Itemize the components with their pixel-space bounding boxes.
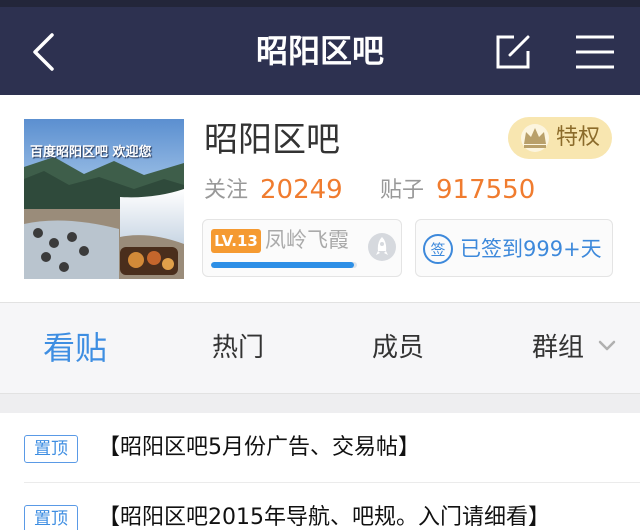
privilege-button[interactable]: 特权 xyxy=(508,117,612,159)
forum-tabs: 看贴 热门 成员 群组 xyxy=(0,303,640,393)
user-level-card[interactable]: LV.13 凤岭飞霞 xyxy=(202,219,402,277)
avatar-caption: 百度昭阳区吧 欢迎您 xyxy=(30,145,152,160)
user-level-name: 凤岭飞霞 xyxy=(265,228,349,252)
tab-hot[interactable]: 热门 xyxy=(212,303,264,393)
checkin-icon: 签 xyxy=(423,234,453,264)
compose-post-button[interactable] xyxy=(492,31,534,73)
page-title: 昭阳区吧 xyxy=(255,32,384,70)
back-arrow-icon xyxy=(33,33,54,71)
crown-icon xyxy=(521,124,549,152)
back-button[interactable] xyxy=(22,27,72,77)
chevron-down-icon[interactable] xyxy=(597,339,617,353)
pinned-thread[interactable]: 置顶 【昭阳区吧2015年导航、吧规。入门请细看】 xyxy=(0,483,640,530)
compose-icon xyxy=(496,35,530,69)
top-navigation-bar: 昭阳区吧 xyxy=(0,7,640,95)
posts-count: 917550 xyxy=(436,175,536,205)
pinned-tag: 置顶 xyxy=(24,435,78,463)
checkin-icon-glyph: 签 xyxy=(430,241,445,259)
tab-posts[interactable]: 看贴 xyxy=(43,303,107,393)
thread-title: 【昭阳区吧5月份广告、交易帖】 xyxy=(98,435,420,460)
tab-groups[interactable]: 群组 xyxy=(532,303,584,393)
pinned-thread[interactable]: 置顶 【昭阳区吧5月份广告、交易帖】 xyxy=(0,413,640,483)
pinned-tag: 置顶 xyxy=(24,505,78,530)
status-bar xyxy=(0,0,640,7)
thread-title: 【昭阳区吧2015年导航、吧规。入门请细看】 xyxy=(98,505,550,530)
followers-count: 20249 xyxy=(260,175,343,205)
tab-members[interactable]: 成员 xyxy=(372,303,424,393)
level-progress-bar xyxy=(211,262,357,268)
forum-header: 百度昭阳区吧 欢迎您 昭阳区吧 特权 关注 20249 贴子 917550 LV… xyxy=(0,95,640,302)
hamburger-menu-icon xyxy=(576,35,614,69)
checkin-status: 已签到999+天 xyxy=(460,237,602,261)
level-progress-fill xyxy=(211,262,355,268)
rocket-icon xyxy=(368,233,396,261)
forum-name: 昭阳区吧 xyxy=(204,120,340,160)
level-badge: LV.13 xyxy=(211,229,261,253)
forum-avatar[interactable]: 百度昭阳区吧 欢迎您 xyxy=(24,119,184,279)
section-gap xyxy=(0,393,640,413)
privilege-label: 特权 xyxy=(556,125,601,150)
checkin-button[interactable]: 签 已签到999+天 xyxy=(415,219,613,277)
thread-list: 置顶 【昭阳区吧5月份广告、交易帖】 置顶 【昭阳区吧2015年导航、吧规。入门… xyxy=(0,413,640,530)
menu-button[interactable] xyxy=(572,31,618,73)
followers-label: 关注 xyxy=(204,178,249,203)
posts-label: 贴子 xyxy=(380,178,425,203)
